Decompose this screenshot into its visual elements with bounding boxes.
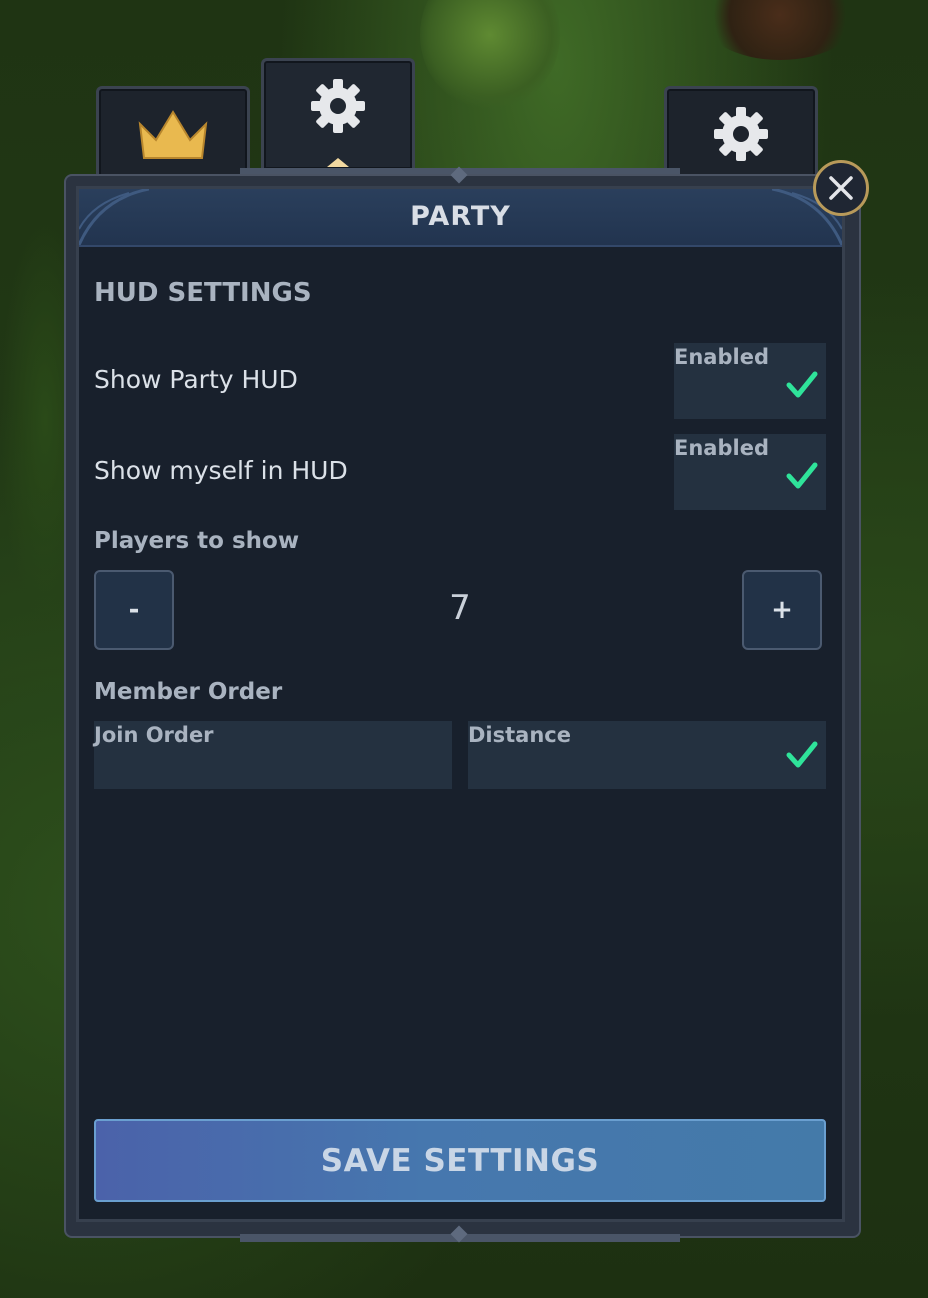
players-to-show-value: 7 [449,588,471,628]
show-myself-toggle[interactable]: Enabled [674,434,826,510]
panel-title: PARTY [410,201,511,232]
close-button[interactable] [813,160,869,216]
section-title-hud: HUD SETTINGS [94,278,312,308]
gear-icon [714,107,768,161]
show-myself-label: Show myself in HUD [94,456,348,485]
option-label: Join Order [94,723,214,747]
check-icon [786,741,818,768]
crown-icon [138,110,208,159]
background-foliage [420,0,560,110]
decrement-button[interactable]: - [94,570,174,650]
option-label: Distance [468,723,571,747]
tab-party-leader[interactable] [96,86,250,179]
tab-party-settings[interactable] [261,58,415,169]
toggle-state-text: Enabled [674,345,769,369]
players-to-show-label: Players to show [94,528,300,554]
tab-general-settings[interactable] [664,86,818,179]
save-settings-button[interactable]: SAVE SETTINGS [94,1119,826,1202]
show-party-hud-label: Show Party HUD [94,365,298,394]
background-foliage [700,0,860,60]
increment-button[interactable]: + [742,570,822,650]
member-order-option-join-order[interactable]: Join Order [94,721,452,789]
active-tab-caret [327,158,349,167]
gear-icon [311,79,365,133]
member-order-option-distance[interactable]: Distance [468,721,826,789]
show-party-hud-toggle[interactable]: Enabled [674,343,826,419]
close-icon [829,176,853,200]
member-order-label: Member Order [94,679,283,705]
check-icon [786,371,818,398]
toggle-state-text: Enabled [674,436,769,460]
check-icon [786,462,818,489]
panel-header: PARTY [79,189,842,247]
